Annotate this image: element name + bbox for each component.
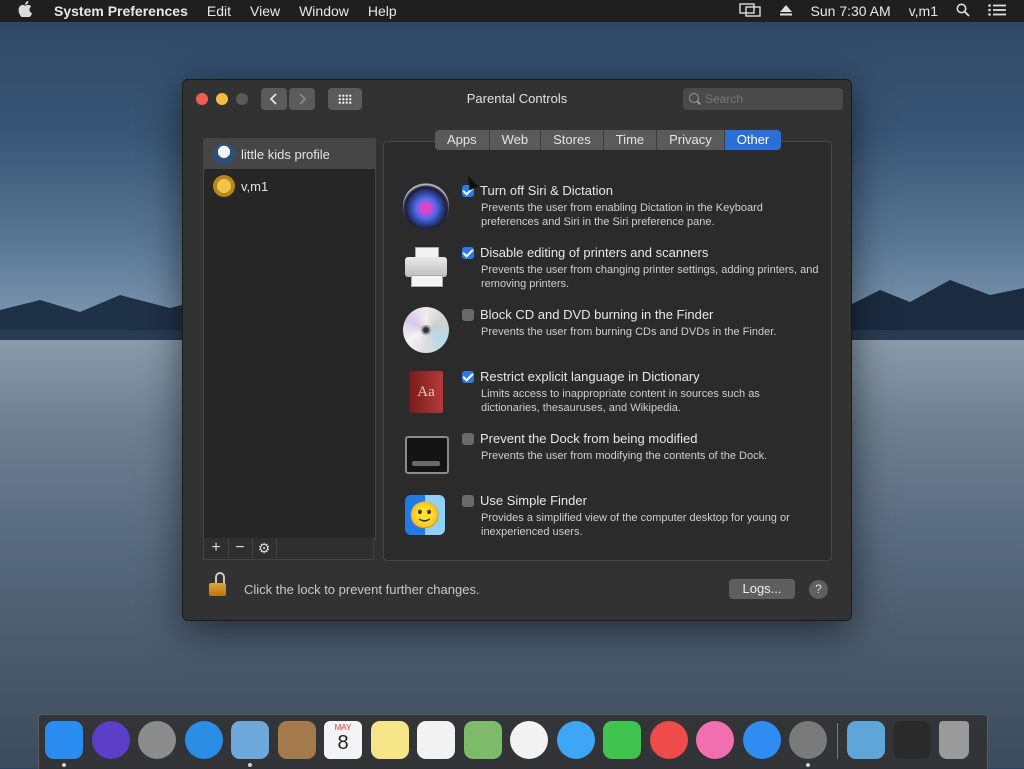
spotlight-icon[interactable]	[956, 3, 970, 20]
trash-icon[interactable]	[939, 721, 969, 759]
menu-help[interactable]: Help	[368, 3, 397, 19]
option-description: Prevents the user from changing printer …	[481, 264, 819, 290]
option-title[interactable]: Prevent the Dock from being modified	[480, 431, 698, 446]
option-description: Provides a simplified view of the comput…	[481, 512, 790, 538]
notes-icon[interactable]	[370, 721, 409, 759]
option-title[interactable]: Turn off Siri & Dictation	[480, 183, 613, 198]
user-list-toolbar: + − ⚙	[203, 538, 374, 560]
search-placeholder: Search	[705, 92, 744, 106]
user-name: v,m1	[241, 178, 269, 194]
display-mirroring-icon[interactable]	[738, 2, 761, 20]
notification-center-icon[interactable]	[988, 3, 1006, 19]
menu-app-name[interactable]: System Preferences	[54, 3, 188, 19]
tab-web[interactable]: Web	[489, 130, 542, 150]
dock-checkbox[interactable]	[462, 433, 474, 445]
tab-apps[interactable]: Apps	[435, 130, 490, 150]
option-dock-modified: Prevent the Dock from being modified Pre…	[403, 431, 823, 489]
running-indicator	[248, 763, 252, 767]
penguin-avatar-icon	[213, 143, 235, 165]
title-bar[interactable]: Parental Controls Search	[183, 80, 851, 118]
tab-privacy[interactable]: Privacy	[657, 130, 725, 150]
option-description: Prevents the user from enabling Dictatio…	[481, 202, 763, 228]
running-indicator	[62, 763, 66, 767]
dock-separator	[837, 723, 838, 759]
maps-icon[interactable]	[463, 721, 502, 759]
dictionary-icon: Aa	[403, 369, 449, 415]
search-icon	[689, 93, 699, 103]
calendar-day: 8	[337, 732, 349, 754]
tab-bar: Apps Web Stores Time Privacy Other	[435, 130, 782, 150]
printer-icon	[403, 245, 449, 291]
printers-checkbox[interactable]	[462, 247, 474, 259]
option-title[interactable]: Disable editing of printers and scanners	[480, 245, 708, 260]
finder-icon	[405, 495, 445, 535]
logs-button[interactable]: Logs...	[729, 579, 795, 599]
cd-dvd-checkbox[interactable]	[462, 309, 474, 321]
help-button[interactable]: ?	[809, 580, 828, 599]
menu-edit[interactable]: Edit	[207, 3, 231, 19]
menu-window[interactable]: Window	[299, 3, 349, 19]
dock: MAY 8	[38, 714, 988, 769]
user-name: little kids profile	[241, 146, 330, 162]
siri-icon[interactable]	[91, 721, 130, 759]
menu-clock[interactable]: Sun 7:30 AM	[811, 3, 891, 19]
option-title[interactable]: Block CD and DVD burning in the Finder	[480, 307, 713, 322]
option-description: Prevents the user from modifying the con…	[481, 450, 768, 462]
messages-icon[interactable]	[556, 721, 595, 759]
simple-finder-checkbox[interactable]	[462, 495, 474, 507]
news-icon[interactable]	[649, 721, 688, 759]
facetime-icon[interactable]	[603, 721, 641, 759]
photos-icon[interactable]	[510, 721, 548, 759]
itunes-icon[interactable]	[696, 721, 734, 759]
option-title[interactable]: Use Simple Finder	[480, 493, 587, 508]
screenshot-stack-icon[interactable]	[893, 721, 931, 759]
lock-status-text: Click the lock to prevent further change…	[244, 582, 480, 597]
finder-icon[interactable]	[45, 721, 83, 759]
option-description: Prevents the user from burning CDs and D…	[481, 326, 777, 338]
option-description: Limits access to inappropriate content i…	[481, 388, 760, 414]
user-item-vm1[interactable]: v,m1	[204, 171, 375, 201]
eject-icon[interactable]	[779, 3, 793, 19]
tab-stores[interactable]: Stores	[541, 130, 604, 150]
downloads-folder-icon[interactable]	[847, 721, 885, 759]
contacts-icon[interactable]	[277, 721, 316, 759]
option-explicit-language: Aa Restrict explicit language in Diction…	[403, 369, 823, 427]
add-user-button[interactable]: +	[204, 538, 229, 558]
dictionary-book-label: Aa	[409, 371, 443, 413]
menu-bar: System Preferences Edit View Window Help…	[0, 0, 1024, 22]
search-field[interactable]: Search	[683, 88, 843, 110]
system-preferences-icon[interactable]	[789, 721, 827, 759]
siri-icon	[403, 183, 449, 229]
reminders-icon[interactable]	[417, 721, 455, 759]
tab-other[interactable]: Other	[724, 130, 782, 150]
cd-icon	[403, 307, 449, 353]
app-store-icon[interactable]	[742, 721, 781, 759]
menu-view[interactable]: View	[250, 3, 280, 19]
option-title[interactable]: Restrict explicit language in Dictionary	[480, 369, 700, 384]
gear-icon[interactable]: ⚙	[252, 538, 277, 558]
explicit-language-checkbox[interactable]	[462, 371, 474, 383]
lock-icon[interactable]	[209, 572, 229, 598]
user-item-little-kids-profile[interactable]: little kids profile	[204, 139, 375, 169]
safari-icon[interactable]	[184, 721, 223, 759]
tab-time[interactable]: Time	[603, 130, 658, 150]
option-cd-dvd-burning: Block CD and DVD burning in the Finder P…	[403, 307, 823, 365]
mail-icon[interactable]	[231, 721, 269, 759]
launchpad-icon[interactable]	[138, 721, 176, 759]
remove-user-button[interactable]: −	[228, 538, 253, 558]
calendar-month: MAY	[334, 723, 352, 732]
dock-icon	[403, 431, 449, 477]
menu-user[interactable]: v,m1	[909, 3, 938, 19]
calendar-icon[interactable]: MAY 8	[324, 721, 362, 759]
running-indicator	[806, 763, 810, 767]
option-simple-finder: Use Simple Finder Provides a simplified …	[403, 493, 823, 551]
option-printers-scanners: Disable editing of printers and scanners…	[403, 245, 823, 303]
apple-menu-icon[interactable]	[18, 1, 38, 21]
user-list[interactable]: little kids profile v,m1	[203, 138, 376, 540]
user-avatar-icon	[213, 175, 235, 197]
option-siri-dictation: Turn off Siri & Dictation Prevents the u…	[403, 183, 823, 241]
parental-controls-window: Parental Controls Search little kids pro…	[182, 79, 852, 621]
